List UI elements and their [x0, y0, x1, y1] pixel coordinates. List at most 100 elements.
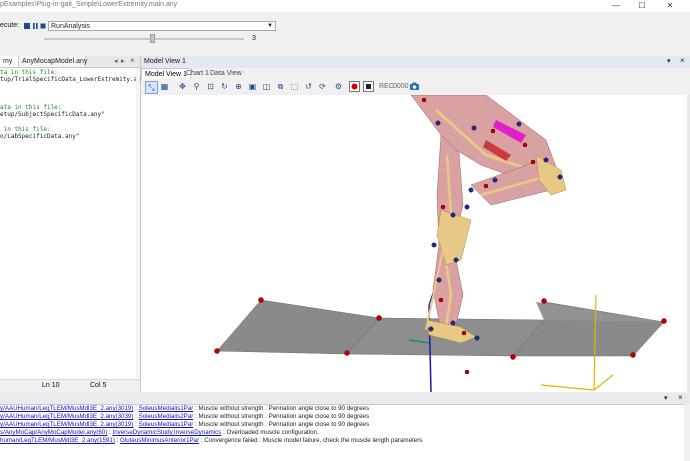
step-slider-track[interactable] [44, 38, 244, 40]
log-object-link[interactable]: InverseDynamicStudy.InverseDynamics [112, 429, 221, 436]
editor-tab-main[interactable]: my [0, 56, 18, 67]
log-message: : Muscle without strength : Pennation an… [193, 421, 370, 428]
view-top-icon[interactable]: ⧉ [275, 81, 286, 92]
record-icon[interactable] [349, 81, 360, 92]
view-side-icon[interactable]: ◫ [261, 81, 272, 92]
force-plate-axis-z [593, 374, 614, 391]
log-line: y/AAUHuman/LegTLEM/MusMdl3E_2.any(3019) … [0, 421, 370, 428]
marker [483, 183, 489, 189]
marker [436, 277, 442, 283]
editor-status-bar: Ln 10 Col 5 [0, 379, 140, 392]
marker [530, 159, 536, 165]
marker [435, 120, 441, 126]
marker [461, 330, 467, 336]
chevron-down-icon: ▼ [267, 23, 273, 29]
stop-icon[interactable] [39, 22, 48, 30]
operation-select[interactable]: RunAnalysis ▼ [48, 21, 276, 31]
zoom-icon[interactable]: ⚲ [191, 81, 202, 92]
model-view-panel: Model View 1 ▾ × Model View 1 Chart 1 Da… [141, 56, 690, 392]
plate-corner-marker [661, 318, 667, 324]
model-view-toolbar: ⤡ ▦ ✥ ⚲ ⊡ ↻ ⊕ ▣ ◫ ⧉ ⬚ ↺ ⟳ ⚙ REC 0000 [141, 79, 690, 95]
select-mode-icon[interactable]: ⤡ [145, 81, 158, 94]
rec-label: REC [379, 83, 394, 90]
plate-corner-marker [258, 297, 264, 303]
view-iso-icon[interactable]: ⬚ [289, 81, 300, 92]
view-front-icon[interactable]: ▣ [247, 81, 258, 92]
editor-tab-mocap-model[interactable]: AnyMocapModel.any [18, 56, 87, 67]
code-line-6: o/LabSpecificData.any" [0, 133, 80, 140]
close-log-icon[interactable]: × [678, 393, 683, 402]
marker [468, 187, 474, 193]
marker [450, 212, 456, 218]
rotate-90-icon[interactable]: ↺ [303, 81, 314, 92]
tab-scroll-right-icon[interactable]: ▸ [121, 57, 125, 65]
close-button[interactable]: ✕ [660, 0, 680, 12]
marker [421, 97, 427, 103]
marker [522, 142, 528, 148]
log-object-link[interactable]: SoleusMedialis2Par [139, 413, 194, 420]
model-view-title: Model View 1 [144, 58, 186, 65]
zoom-fit-icon[interactable]: ⊕ [233, 81, 244, 92]
rec-time: 0000 [393, 83, 409, 90]
maximize-button[interactable]: ☐ [632, 0, 652, 12]
log-object-link[interactable]: GluteusMinimusAnterior1Par [120, 437, 199, 444]
tab-scroll-left-icon[interactable]: ◂ [114, 57, 118, 65]
log-file-link[interactable]: s/AnyMoCap/AnyMoCapModel.any(60) [0, 429, 107, 436]
marker [440, 204, 446, 210]
step-value: 3 [252, 35, 256, 42]
code-line-4: etup/SubjectSpecificData.any" [0, 111, 105, 118]
plate-corner-marker [214, 348, 220, 354]
marker [492, 177, 498, 183]
3d-viewport[interactable] [141, 95, 687, 392]
pin-icon[interactable]: ▾ [667, 57, 671, 65]
marker [474, 335, 480, 341]
pan-icon[interactable]: ✥ [177, 81, 188, 92]
log-line: y/AAUHuman/LegTLEM/MusMdl3E_2.any(3019) … [0, 405, 370, 412]
log-message: : Convergence failed : Muscle model fail… [199, 437, 423, 444]
marker [490, 128, 496, 134]
operation-value: RunAnalysis [51, 23, 90, 30]
marker [557, 174, 563, 180]
model-view-tabs: Model View 1 Chart 1 Data View [141, 68, 690, 80]
rotate-icon[interactable]: ↻ [219, 81, 230, 92]
code-line-2: tup/TrialSpecificData_LowerExtremity.any… [0, 76, 149, 83]
rotate-180-icon[interactable]: ⟳ [317, 81, 328, 92]
log-file-link[interactable]: y/AAUHuman/LegTLEM/MusMdl3E_2.any(3019) [0, 421, 133, 428]
log-object-link[interactable]: SoleusMedialis1Par [139, 421, 194, 428]
zoom-box-icon[interactable]: ⊡ [205, 81, 216, 92]
force-plate-axis-x [540, 384, 595, 391]
editor-scrollbar[interactable] [136, 68, 140, 378]
camera-settings-icon[interactable]: ⚙ [333, 81, 344, 92]
marker [464, 369, 470, 375]
minimize-button[interactable]: — [606, 0, 626, 12]
code-editor[interactable]: ta in this file: tup/TrialSpecificData_L… [0, 68, 148, 378]
close-tab-icon[interactable]: × [130, 56, 135, 65]
plate-corner-marker [376, 315, 382, 321]
close-panel-icon[interactable]: × [680, 56, 685, 65]
editor-tabs: my AnyMocapModel.any ◂ ▸ × [0, 56, 140, 68]
log-file-link[interactable]: y/AAUHuman/LegTLEM/MusMdl3E_2.any(3019) [0, 405, 133, 412]
log-line: s/AnyMoCap/AnyMoCapModel.any(60) : Inver… [0, 429, 319, 436]
camera-icon[interactable] [409, 81, 420, 92]
message-log-panel: ▾ × y/AAUHuman/LegTLEM/MusMdl3E_2.any(30… [0, 393, 690, 461]
plate-corner-marker [510, 354, 516, 360]
tab-data-view[interactable]: Data View [207, 68, 245, 79]
log-message: : Muscle without strength : Pennation an… [193, 405, 370, 412]
marker [438, 297, 444, 303]
marker [516, 121, 522, 127]
log-scrollbar[interactable] [684, 404, 690, 461]
log-object-link[interactable]: SoleusMedialis1Par [139, 405, 194, 412]
tree-view-icon[interactable]: ▦ [159, 81, 170, 92]
plate-corner-marker [541, 298, 547, 304]
pin-icon[interactable]: ▾ [664, 394, 668, 402]
marker [471, 125, 477, 131]
stop-record-icon[interactable] [363, 81, 374, 92]
marker [428, 326, 434, 332]
marker [431, 242, 437, 248]
plate-corner-marker [344, 350, 350, 356]
log-file-link[interactable]: y/AAUHuman/LegTLEM/MusMdl3E_2.any(3039) [0, 413, 133, 420]
step-slider-thumb[interactable] [150, 34, 155, 43]
log-line: y/AAUHuman/LegTLEM/MusMdl3E_2.any(3039) … [0, 413, 370, 420]
marker [450, 320, 456, 326]
log-file-link[interactable]: human/LegTLEM/MusMdl3E_2.any(1591) [0, 437, 115, 444]
